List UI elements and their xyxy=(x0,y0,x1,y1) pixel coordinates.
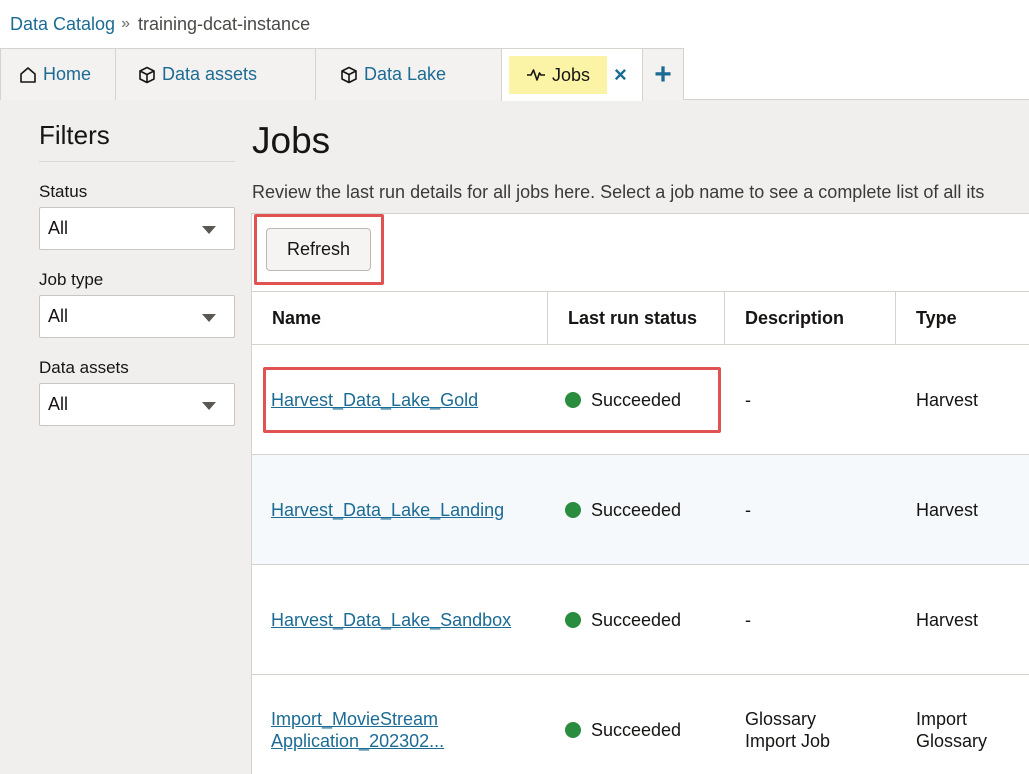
job-name-line-1: Import_MovieStream xyxy=(271,708,439,729)
job-name-link[interactable]: Harvest_Data_Lake_Sandbox xyxy=(271,609,511,631)
cube-icon xyxy=(139,66,155,83)
tab-home-label: Home xyxy=(43,64,92,84)
job-type-filter-select[interactable]: All xyxy=(39,295,235,338)
filters-panel: Filters Status All Job type All Data ass… xyxy=(39,100,235,426)
chevron-down-icon xyxy=(202,402,216,410)
tab-jobs-label: Jobs xyxy=(551,64,591,85)
success-status-icon xyxy=(565,611,581,628)
refresh-highlight-box xyxy=(254,214,384,285)
job-description-line-2: Import Job xyxy=(745,730,831,751)
column-header-description[interactable]: Description xyxy=(725,292,896,344)
first-row-highlight-box xyxy=(263,367,721,433)
job-type-filter-value: All xyxy=(48,306,69,326)
tab-data-assets-label: Data assets xyxy=(162,64,258,84)
page-description: Review the last run details for all jobs… xyxy=(252,182,985,202)
home-icon xyxy=(20,66,36,83)
job-type: Harvest xyxy=(916,609,979,630)
success-status-icon xyxy=(565,501,581,518)
success-status-icon xyxy=(565,721,581,738)
data-assets-filter-label: Data assets xyxy=(39,358,129,377)
status-filter-select[interactable]: All xyxy=(39,207,235,250)
table-row: Import_MovieStream Application_202302...… xyxy=(252,675,1029,774)
breadcrumb: Data Catalog » training-dcat-instance xyxy=(0,0,1029,48)
jobs-table: Name Last run status Description Type Ha… xyxy=(252,291,1029,774)
job-type: Harvest xyxy=(916,389,979,410)
job-description-line-1: Glossary xyxy=(745,708,817,729)
job-description: - xyxy=(745,609,751,630)
job-status: Succeeded xyxy=(591,499,682,520)
column-header-type[interactable]: Type xyxy=(896,292,1029,344)
table-row: Harvest_Data_Lake_Landing Succeeded - Ha… xyxy=(252,455,1029,565)
chevron-down-icon xyxy=(202,314,216,322)
table-header: Name Last run status Description Type xyxy=(252,291,1029,345)
job-type: Harvest xyxy=(916,499,979,520)
tab-jobs[interactable]: Jobs × xyxy=(501,48,643,101)
job-type: Import Glossary xyxy=(896,675,1029,774)
breadcrumb-data-catalog-link[interactable]: Data Catalog xyxy=(10,14,115,35)
tab-data-assets[interactable]: Data assets xyxy=(115,48,316,100)
add-tab-button[interactable]: + xyxy=(642,48,684,100)
status-filter-label: Status xyxy=(39,182,88,201)
job-name-link[interactable]: Import_MovieStream Application_202302... xyxy=(271,708,444,752)
tab-jobs-pill[interactable]: Jobs xyxy=(509,56,607,94)
status-filter-value: All xyxy=(48,218,69,238)
job-status: Succeeded xyxy=(591,719,682,740)
job-type-filter-label: Job type xyxy=(39,270,104,289)
job-description: Glossary Import Job xyxy=(725,675,896,774)
job-name-link[interactable]: Harvest_Data_Lake_Landing xyxy=(271,499,504,521)
job-name-line-2: Application_202302... xyxy=(271,730,445,751)
tab-data-lake-label: Data Lake xyxy=(364,64,447,84)
chevron-down-icon xyxy=(202,226,216,234)
tab-data-lake[interactable]: Data Lake xyxy=(315,48,502,100)
page-title: Jobs xyxy=(252,120,331,161)
activity-icon xyxy=(526,69,545,81)
cube-icon xyxy=(341,66,357,83)
job-type-line-2: Glossary xyxy=(916,730,988,751)
breadcrumb-separator: » xyxy=(121,15,130,32)
column-header-name[interactable]: Name xyxy=(252,292,548,344)
data-assets-filter-select[interactable]: All xyxy=(39,383,235,426)
breadcrumb-current: training-dcat-instance xyxy=(137,13,311,34)
job-description: - xyxy=(745,499,751,520)
tab-bar: Home Data assets Data Lake Jobs × + xyxy=(0,48,1029,101)
filters-title: Filters xyxy=(39,120,235,162)
tab-home[interactable]: Home xyxy=(0,48,116,100)
data-assets-filter-value: All xyxy=(48,394,69,414)
job-description: - xyxy=(745,389,751,410)
column-header-last-run-status[interactable]: Last run status xyxy=(548,292,725,344)
job-status: Succeeded xyxy=(591,609,682,630)
close-tab-icon[interactable]: × xyxy=(614,64,632,86)
job-type-line-1: Import xyxy=(916,708,968,729)
table-row: Harvest_Data_Lake_Sandbox Succeeded - Ha… xyxy=(252,565,1029,675)
